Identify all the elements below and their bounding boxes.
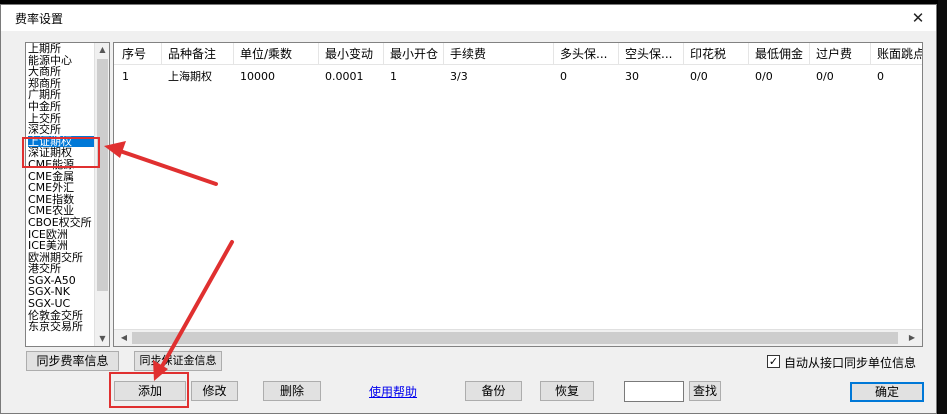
table-cell: 1 [122,70,129,83]
rate-table: 序号 品种备注 单位/乘数 最小变动 最小开仓 手续费 多头保... 空头保... 印花税 最低佣… [113,42,923,347]
scroll-left-icon[interactable]: ◀ [116,330,132,346]
delete-button[interactable]: 删除 [263,381,321,401]
window-title: 费率设置 [15,12,64,26]
rate-settings-dialog: 费率设置 ✕ 上期所 能源中心 大商所 郑商所 广期所 中金所 上交所 深交所 上证期权 深证期权… [0,4,937,414]
search-input[interactable] [624,381,684,402]
exchange-item[interactable]: 东京交易所 [28,321,94,333]
exchange-item[interactable]: 中金所 [28,101,94,113]
add-button[interactable]: 添加 [114,381,186,401]
column-header[interactable]: 最小开仓 [384,43,444,65]
auto-sync-label: 自动从接口同步单位信息 [784,356,917,370]
exchange-item[interactable]: ICE美洲 [28,240,94,252]
exchange-items: 上期所 能源中心 大商所 郑商所 广期所 中金所 上交所 深交所 上证期权 深证期权 CME能源 CM… [26,43,94,333]
scrollbar-thumb[interactable] [97,59,108,291]
exchange-item[interactable]: 上期所 [28,43,94,55]
table-cell: 3/3 [450,70,468,83]
table-cell: 0.0001 [325,70,364,83]
table-cell: 10000 [240,70,275,83]
column-header[interactable]: 最低佣金 [749,43,810,65]
ok-button[interactable]: 确定 [850,382,924,402]
background-window-edge [938,0,947,414]
table-cell: 0 [560,70,567,83]
exchange-item[interactable]: 深交所 [28,124,94,136]
column-header[interactable]: 手续费 [444,43,554,65]
restore-button[interactable]: 恢复 [540,381,594,401]
exchange-item[interactable]: CME外汇 [28,182,94,194]
close-icon[interactable]: ✕ [906,7,930,29]
column-header[interactable]: 印花税 [684,43,749,65]
scroll-up-icon[interactable]: ▲ [95,43,109,57]
find-button[interactable]: 查找 [689,381,721,401]
table-cell: 0/0 [816,70,834,83]
auto-sync-checkbox[interactable]: ✓ [767,355,780,368]
column-header[interactable]: 过户费 [810,43,871,65]
column-header[interactable]: 最小变动 [319,43,384,65]
column-header[interactable]: 空头保... [619,43,684,65]
column-header[interactable]: 序号 [116,43,162,65]
sync-rate-button[interactable]: 同步费率信息 [26,351,119,371]
scrollbar-thumb[interactable] [132,332,898,344]
modify-button[interactable]: 修改 [191,381,238,401]
scroll-right-icon[interactable]: ▶ [904,330,920,346]
column-header[interactable]: 账面跳点 [871,43,922,65]
exchange-list-scrollbar[interactable]: ▲ ▼ [94,43,109,346]
table-cell: 1 [390,70,397,83]
backup-button[interactable]: 备份 [465,381,522,401]
table-header: 序号 品种备注 单位/乘数 最小变动 最小开仓 手续费 多头保... 空头保... 印花税 最低佣… [114,43,922,65]
column-header[interactable]: 品种备注 [162,43,234,65]
table-cell: 0 [877,70,884,83]
exchange-item[interactable]: CME能源 [28,159,94,171]
column-header[interactable]: 单位/乘数 [234,43,319,65]
table-horizontal-scrollbar[interactable]: ◀ ▶ [114,329,922,346]
column-header[interactable]: 多头保... [554,43,619,65]
sync-margin-button[interactable]: 同步保证金信息 [134,351,222,371]
table-cell: 0/0 [755,70,773,83]
help-link[interactable]: 使用帮助 [369,383,417,400]
table-cell: 0/0 [690,70,708,83]
scroll-down-icon[interactable]: ▼ [95,332,109,346]
exchange-item[interactable]: CBOE权交所 [28,217,94,229]
table-cell: 上海期权 [168,70,212,83]
table-cell: 30 [625,70,639,83]
table-row[interactable]: 1 上海期权 10000 0.0001 1 3/3 0 30 0/0 0/0 0/0 0 [114,67,922,87]
exchange-item[interactable]: SGX-UC [28,298,94,310]
title-bar: 费率设置 ✕ [1,5,936,31]
exchange-list[interactable]: 上期所 能源中心 大商所 郑商所 广期所 中金所 上交所 深交所 上证期权 深证期权 CME能源 CM… [25,42,110,347]
